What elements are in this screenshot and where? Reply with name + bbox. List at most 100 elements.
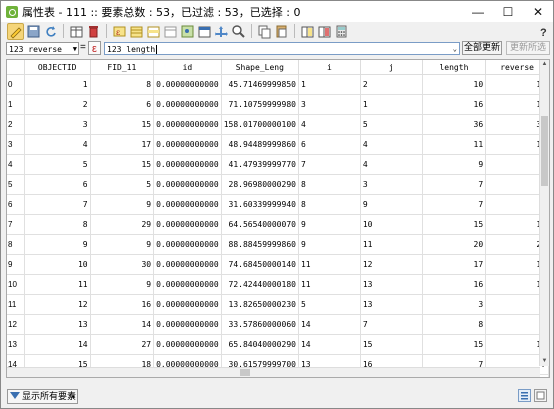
feature-filter-dropdown[interactable]: 显示所有要素 ▾ <box>7 389 78 404</box>
column-header-fid_11[interactable]: FID_11 <box>90 60 155 75</box>
table-cell[interactable]: 11 <box>422 134 487 155</box>
table-cell[interactable]: 9 <box>360 194 423 215</box>
table-cell[interactable]: 0.00000000000 <box>153 194 222 215</box>
table-cell[interactable]: 158.01700000100 <box>221 114 299 135</box>
table-cell[interactable]: 0.00000000000 <box>153 314 222 335</box>
horizontal-scroll-thumb[interactable] <box>240 369 250 376</box>
table-cell[interactable]: 48.94489999860 <box>221 134 299 155</box>
table-cell[interactable]: 13 <box>360 294 423 315</box>
close-button[interactable]: ✕ <box>523 1 553 22</box>
table-cell[interactable]: 72.42440000180 <box>221 274 299 295</box>
table-cell[interactable]: 2 <box>360 74 423 95</box>
table-cell[interactable]: 11 <box>24 274 91 295</box>
row-header[interactable]: 9 <box>7 254 25 275</box>
table-cell[interactable]: 0.00000000000 <box>153 234 222 255</box>
table-cell[interactable]: 28.96980000290 <box>221 174 299 195</box>
table-cell[interactable]: 15 <box>360 334 423 355</box>
row-header[interactable]: 7 <box>7 214 25 235</box>
table-cell[interactable]: 9 <box>24 234 91 255</box>
table-cell[interactable]: 4 <box>298 114 361 135</box>
table-cell[interactable]: 9 <box>422 154 487 175</box>
column-header-id[interactable]: id <box>153 60 222 75</box>
table-cell[interactable]: 6 <box>298 134 361 155</box>
table-row[interactable]: 1260.0000000000071.10759999980311616 <box>7 94 549 115</box>
table-row[interactable]: 910300.0000000000074.6845000014011121717 <box>7 254 549 275</box>
table-cell[interactable]: 65.84040000290 <box>221 334 299 355</box>
table-cell[interactable]: 0.00000000000 <box>153 174 222 195</box>
table-cell[interactable]: 8 <box>90 74 155 95</box>
help-icon[interactable]: ? <box>536 24 551 39</box>
table-cell[interactable]: 16 <box>422 274 487 295</box>
table-cell[interactable]: 1 <box>24 74 91 95</box>
table-cell[interactable]: 15 <box>90 154 155 175</box>
table-cell[interactable]: 13 <box>360 274 423 295</box>
row-header[interactable]: 5 <box>7 174 25 195</box>
table-cell[interactable]: 7 <box>422 194 487 215</box>
table-cell[interactable]: 27 <box>90 334 155 355</box>
row-header[interactable]: 12 <box>7 314 25 335</box>
table-cell[interactable]: 0.00000000000 <box>153 134 222 155</box>
table-cell[interactable]: 1 <box>360 94 423 115</box>
table-cell[interactable]: 64.56540000070 <box>221 214 299 235</box>
table-row[interactable]: 1314270.0000000000065.840400002901415151… <box>7 334 549 355</box>
table-cell[interactable]: 12 <box>360 254 423 275</box>
row-header[interactable]: 11 <box>7 294 25 315</box>
row-header[interactable]: 8 <box>7 234 25 255</box>
table-cell[interactable]: 11 <box>298 274 361 295</box>
title-bar[interactable]: 属性表 - 111 :: 要素总数 : 53，已过滤 : 53，已选择 : 0 … <box>1 1 553 22</box>
row-header[interactable]: 4 <box>7 154 25 175</box>
vertical-scrollbar[interactable]: ▲ ▼ <box>539 60 549 366</box>
table-cell[interactable]: 9 <box>298 214 361 235</box>
table-cell[interactable]: 0.00000000000 <box>153 74 222 95</box>
table-cell[interactable]: 0.00000000000 <box>153 214 222 235</box>
table-cell[interactable]: 3 <box>360 174 423 195</box>
table-cell[interactable]: 29 <box>90 214 155 235</box>
table-cell[interactable]: 88.88459999860 <box>221 234 299 255</box>
copy-rows-icon[interactable] <box>257 24 272 39</box>
table-cell[interactable]: 8 <box>298 174 361 195</box>
table-cell[interactable]: 14 <box>298 314 361 335</box>
update-all-button[interactable]: 全部更新 <box>462 41 502 55</box>
form-view-icon[interactable] <box>534 389 547 402</box>
scroll-up-icon[interactable]: ▲ <box>540 60 549 69</box>
scroll-down-icon[interactable]: ▼ <box>540 357 549 366</box>
column-header-i[interactable]: i <box>298 60 361 75</box>
table-cell[interactable]: 6 <box>24 174 91 195</box>
table-cell[interactable]: 0.00000000000 <box>153 334 222 355</box>
column-header-objectid[interactable]: OBJECTID <box>24 60 91 75</box>
minimize-button[interactable]: — <box>463 1 493 22</box>
table-cell[interactable]: 9 <box>298 234 361 255</box>
table-cell[interactable]: 5 <box>360 114 423 135</box>
move-selection-top-icon[interactable] <box>197 24 212 39</box>
horizontal-scrollbar[interactable] <box>7 367 540 377</box>
table-row[interactable]: 34170.0000000000048.94489999860641111 <box>7 134 549 155</box>
table-row[interactable]: 1213140.0000000000033.5786000006014788 <box>7 314 549 335</box>
save-icon[interactable] <box>26 24 41 39</box>
delete-feature-icon[interactable] <box>86 24 101 39</box>
table-cell[interactable]: 8 <box>24 214 91 235</box>
row-header[interactable]: 10 <box>7 274 25 295</box>
deselect-icon[interactable] <box>163 24 178 39</box>
table-cell[interactable]: 15 <box>422 334 487 355</box>
table-row[interactable]: 23150.00000000000158.01700000100453636 <box>7 114 549 135</box>
table-cell[interactable]: 17 <box>90 134 155 155</box>
corner-header[interactable] <box>7 60 25 75</box>
maximize-button[interactable]: ☐ <box>493 1 523 22</box>
row-header[interactable]: 3 <box>7 134 25 155</box>
table-cell[interactable]: 30 <box>90 254 155 275</box>
paste-icon[interactable] <box>274 24 289 39</box>
table-cell[interactable]: 74.68450000140 <box>221 254 299 275</box>
table-row[interactable]: 45150.0000000000041.479399997707499 <box>7 154 549 175</box>
table-cell[interactable]: 12 <box>24 294 91 315</box>
refresh-icon[interactable] <box>43 24 58 39</box>
table-view-icon[interactable] <box>518 389 531 402</box>
table-cell[interactable]: 31.60339999940 <box>221 194 299 215</box>
invert-selection-icon[interactable] <box>146 24 161 39</box>
table-cell[interactable]: 8 <box>298 194 361 215</box>
table-cell[interactable]: 6 <box>90 94 155 115</box>
table-cell[interactable]: 16 <box>422 94 487 115</box>
table-row[interactable]: 8990.0000000000088.884599998609112020 <box>7 234 549 255</box>
row-header[interactable]: 2 <box>7 114 25 135</box>
table-cell[interactable]: 45.71469999850 <box>221 74 299 95</box>
table-cell[interactable]: 10 <box>24 254 91 275</box>
